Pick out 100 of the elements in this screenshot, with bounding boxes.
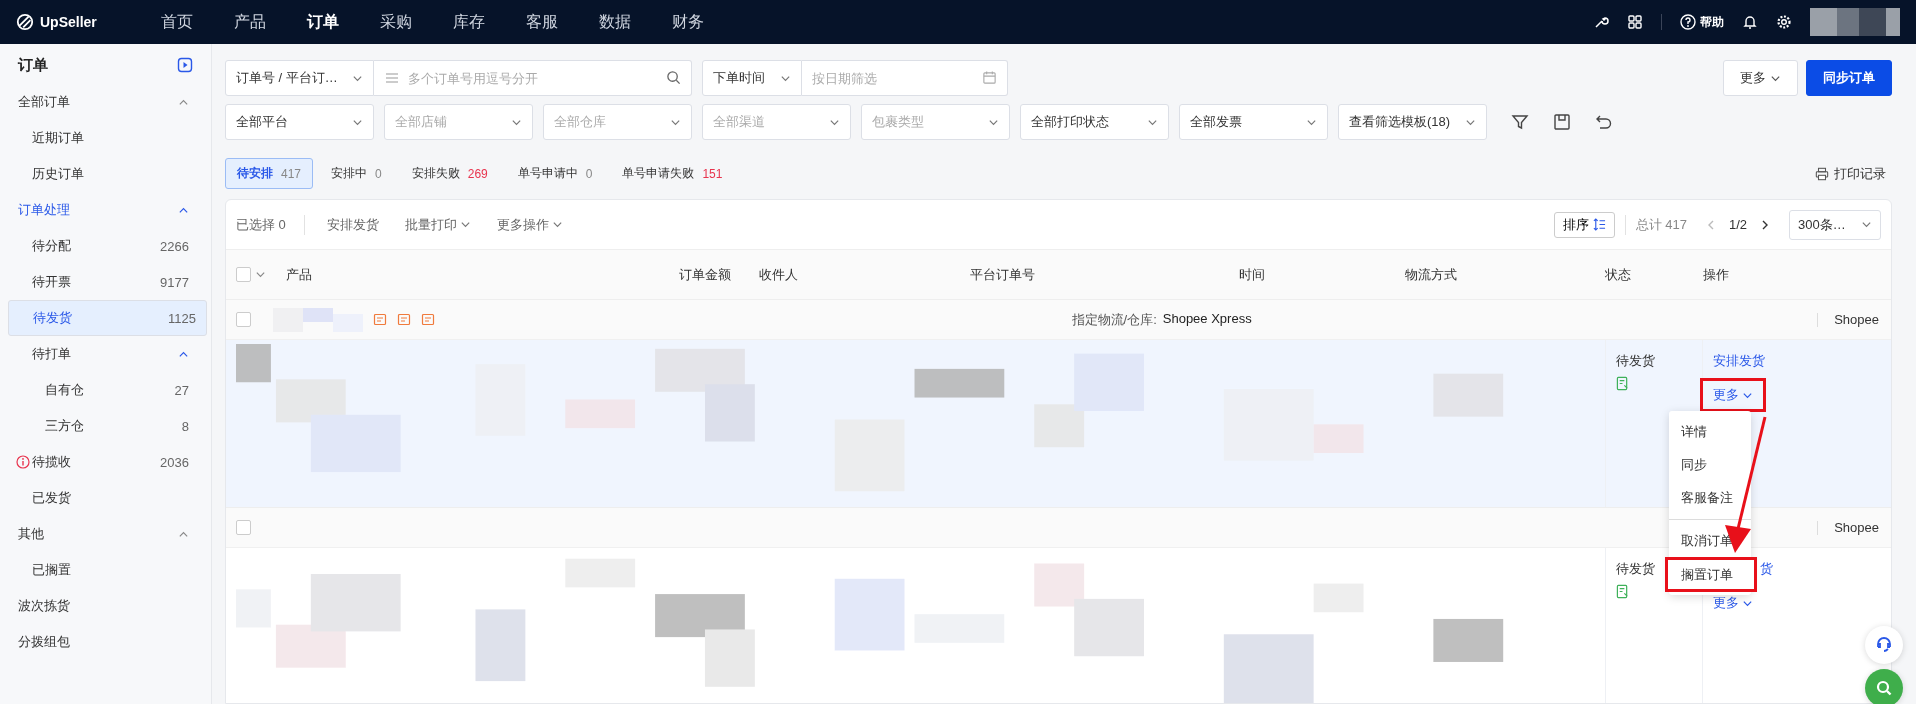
item-label: 待揽收 — [32, 453, 71, 471]
status-tab[interactable]: 单号申请中 0 — [505, 158, 605, 189]
logo-text[interactable]: UpSeller — [40, 14, 97, 30]
filter-select[interactable]: 全部平台 — [225, 104, 374, 140]
sidebar-item[interactable]: 已发货 — [8, 480, 207, 516]
item-count: 1125 — [168, 310, 196, 326]
menu-item[interactable]: 详情 — [1669, 415, 1751, 448]
list-icon — [385, 71, 399, 85]
note-icon[interactable] — [397, 312, 411, 327]
arrange-shipment-link[interactable]: 货 — [1760, 560, 1773, 578]
column-header: 时间 — [1239, 265, 1266, 284]
account-placeholder[interactable] — [1810, 8, 1900, 36]
menu-item[interactable]: 客服备注 — [1669, 481, 1751, 514]
chevron-icon — [459, 219, 471, 230]
wrench-icon[interactable] — [1593, 14, 1609, 30]
toolbar-action[interactable]: 更多操作 — [492, 215, 567, 234]
search-icon — [1874, 678, 1894, 698]
printer-icon — [1815, 166, 1829, 181]
sidebar-item[interactable]: 三方仓 8 — [8, 408, 207, 444]
item-label: 订单处理 — [18, 201, 70, 219]
page-size-select[interactable]: 300条… — [1789, 209, 1881, 240]
item-count: 8 — [181, 418, 189, 434]
item-count: 27 — [174, 382, 189, 398]
toolbar-action[interactable]: 批量打印 — [400, 215, 475, 234]
sidebar-item[interactable]: 全部订单 — [8, 84, 207, 120]
sidebar-item[interactable]: 分拨组包 — [8, 624, 207, 660]
item-count: 2266 — [160, 238, 189, 254]
nav-tab[interactable]: 财务 — [651, 11, 724, 33]
time-type-select[interactable]: 下单时间 — [702, 60, 802, 96]
settings-icon[interactable] — [1776, 14, 1792, 30]
collapse-icon[interactable] — [177, 57, 193, 73]
order-status: 待发货 — [1616, 352, 1655, 370]
platform-label: Shopee — [1834, 312, 1879, 327]
sidebar-item[interactable]: 自有仓 27 — [8, 372, 207, 408]
item-label: 已搁置 — [32, 561, 71, 579]
item-label: 自有仓 — [45, 381, 84, 399]
item-label: 其他 — [18, 525, 44, 543]
column-header: 操作 — [1703, 265, 1730, 284]
item-label: 待开票 — [32, 273, 71, 291]
headset-icon — [1874, 635, 1894, 655]
undo-icon[interactable] — [1595, 113, 1613, 131]
nav-tab[interactable]: 数据 — [578, 11, 651, 33]
checkbox[interactable] — [236, 520, 251, 535]
sidebar-item[interactable]: 其他 — [8, 516, 207, 552]
item-label: 三方仓 — [45, 417, 84, 435]
document-icon[interactable] — [1616, 376, 1629, 391]
apps-icon[interactable] — [1627, 14, 1643, 30]
sidebar-item[interactable]: 历史订单 — [8, 156, 207, 192]
item-label: 近期订单 — [32, 129, 84, 147]
sidebar-item[interactable]: 波次拣货 — [8, 588, 207, 624]
checkbox[interactable] — [236, 267, 251, 282]
print-log-link[interactable]: 打印记录 — [1815, 164, 1886, 183]
sidebar-item[interactable]: 待发货 1125 — [8, 300, 207, 336]
search-button[interactable] — [1865, 669, 1903, 704]
checkbox[interactable] — [236, 312, 251, 327]
nav-tab[interactable]: 订单 — [286, 11, 359, 33]
nav-tab[interactable]: 产品 — [213, 11, 286, 33]
page-indicator: 1/2 — [1728, 217, 1747, 232]
logistics-value: Shopee Xpress — [1162, 310, 1252, 328]
sidebar-item[interactable]: 待分配 2266 — [8, 228, 207, 264]
sidebar-item[interactable]: 待开票 9177 — [8, 264, 207, 300]
chevron-icon — [1861, 219, 1872, 230]
logo-icon — [16, 13, 34, 31]
chevron-icon — [255, 269, 266, 280]
sidebar-item[interactable]: 近期订单 — [8, 120, 207, 156]
order-status: 待发货 — [1616, 560, 1655, 578]
sidebar-item[interactable]: 订单处理 — [8, 192, 207, 228]
status-tab[interactable]: 安排失败 269 — [399, 158, 500, 189]
bell-icon[interactable] — [1742, 14, 1758, 30]
status-tab[interactable]: 单号申请失败 151 — [610, 158, 735, 189]
column-header: 状态 — [1605, 265, 1632, 284]
status-tab[interactable]: 待安排 417 — [225, 158, 314, 189]
filter-select[interactable]: 全部发票 — [1179, 104, 1328, 140]
filter-select[interactable]: 查看筛选模板(18) — [1338, 104, 1487, 140]
help-button[interactable]: 帮助 — [1680, 13, 1724, 31]
date-field[interactable]: 按日期筛选 — [802, 60, 1008, 96]
sidebar-item[interactable]: 待揽收 2036 — [8, 444, 207, 480]
status-tab[interactable]: 安排中 0 — [319, 158, 394, 189]
item-label: 波次拣货 — [18, 597, 70, 615]
sidebar-item[interactable]: 已搁置 — [8, 552, 207, 588]
more-button[interactable]: 更多 — [1723, 60, 1798, 96]
search-field[interactable]: 多个订单号用逗号分开 — [374, 60, 692, 96]
nav-tab[interactable]: 客服 — [505, 11, 578, 33]
menu-item[interactable]: 同步 — [1669, 448, 1751, 481]
menu-item[interactable]: 搁置订单 — [1666, 558, 1756, 591]
nav-tab[interactable]: 库存 — [432, 11, 505, 33]
sort-button[interactable]: 排序 — [1553, 211, 1615, 238]
search-type-select[interactable]: 订单号 / 平台订… — [225, 60, 374, 96]
search-icon[interactable] — [666, 70, 681, 85]
toolbar-action[interactable]: 安排发货 — [322, 215, 383, 234]
save-icon[interactable] — [1553, 113, 1571, 131]
filter-icon[interactable] — [1511, 113, 1529, 131]
nav-tab[interactable]: 首页 — [140, 11, 213, 33]
calendar-icon[interactable] — [982, 70, 997, 85]
sidebar-item[interactable]: 待打单 — [8, 336, 207, 372]
arrange-shipment-link[interactable]: 安排发货 — [1713, 352, 1765, 370]
filter-select[interactable]: 全部打印状态 — [1020, 104, 1169, 140]
document-icon[interactable] — [1616, 584, 1629, 599]
sync-orders-button[interactable]: 同步订单 — [1806, 60, 1892, 96]
nav-tab[interactable]: 采购 — [359, 11, 432, 33]
